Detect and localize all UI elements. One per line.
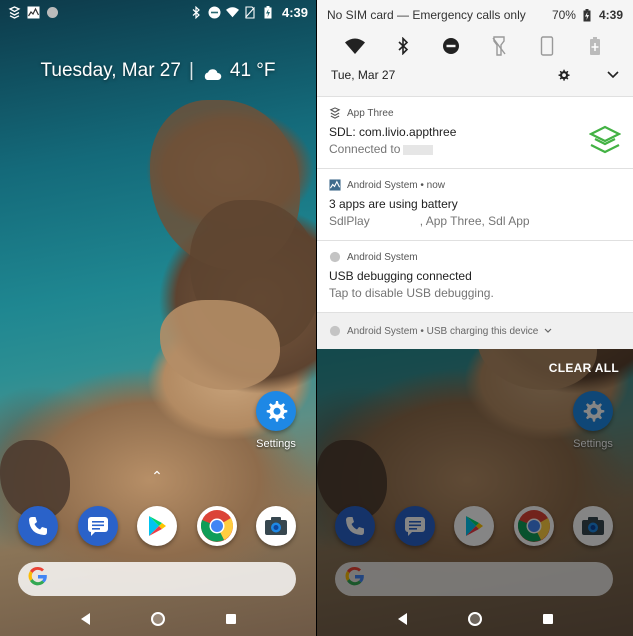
clear-all-button[interactable]: CLEAR ALL <box>549 361 619 375</box>
notification-app-name: Android System <box>347 251 418 263</box>
notification-usb-charging[interactable]: Android System • USB charging this devic… <box>317 312 633 349</box>
system-monitor-icon <box>329 179 341 191</box>
home-button[interactable] <box>467 612 482 626</box>
cloud-icon <box>202 65 222 80</box>
notification-list: App Three SDL: com.livio.appthree Connec… <box>317 96 633 349</box>
sdl-icon <box>329 107 341 119</box>
battery-charging-icon <box>581 8 594 22</box>
expand-chevron-icon[interactable] <box>606 69 619 82</box>
quick-settings-footer: Tue, Mar 27 <box>317 68 633 82</box>
back-button[interactable] <box>397 613 407 625</box>
redacted-device-name <box>403 144 434 155</box>
notification-header: Android System <box>329 251 621 263</box>
notification-app-name: App Three <box>347 107 394 119</box>
notification-app-name: Android System • now <box>347 179 445 191</box>
sdl-logo-icon <box>589 125 621 154</box>
shade-time: 4:39 <box>598 8 623 22</box>
chrome-icon <box>200 510 233 542</box>
settings-gear-icon[interactable] <box>557 69 570 82</box>
navigation-bar <box>317 602 633 636</box>
messages-app-icon[interactable] <box>78 506 118 546</box>
no-sim-icon <box>244 5 257 19</box>
settings-app-label[interactable]: Settings <box>246 438 306 450</box>
google-g-icon <box>28 566 48 592</box>
battery-charging-icon <box>262 5 275 19</box>
android-system-icon <box>46 6 59 19</box>
notification-text: Tap to disable USB debugging. <box>329 286 494 300</box>
wifi-tile[interactable] <box>344 35 366 57</box>
bluetooth-icon <box>190 5 203 19</box>
notification-app-three[interactable]: App Three SDL: com.livio.appthree Connec… <box>317 96 633 168</box>
recents-button[interactable] <box>542 614 553 624</box>
battery-percent: 70% <box>551 8 576 22</box>
recents-button[interactable] <box>225 614 236 624</box>
notification-title: 3 apps are using battery <box>329 197 458 211</box>
notification-battery-usage[interactable]: Android System • now 3 apps are using ba… <box>317 168 633 240</box>
redacted-app-name <box>370 217 420 227</box>
wifi-icon <box>345 38 365 54</box>
shade-date[interactable]: Tue, Mar 27 <box>331 68 395 82</box>
wifi-icon <box>225 6 239 19</box>
notification-text: SdlPlay, App Three, Sdl App <box>329 214 530 228</box>
notification-header: App Three <box>329 107 621 119</box>
back-button[interactable] <box>80 613 90 625</box>
auto-rotate-tile[interactable] <box>536 35 558 57</box>
notification-title: USB debugging connected <box>329 269 472 283</box>
quick-tiles-row <box>317 34 633 58</box>
play-store-app-icon[interactable] <box>137 506 177 546</box>
collapsed-notification-text: Android System • USB charging this devic… <box>347 325 539 337</box>
android-system-icon <box>329 251 341 263</box>
camera-app-icon[interactable] <box>256 506 296 546</box>
phone-app-icon[interactable] <box>18 506 58 546</box>
battery-saver-tile[interactable] <box>584 35 606 57</box>
gear-icon <box>266 401 288 422</box>
home-button[interactable] <box>150 612 165 626</box>
phone-icon <box>29 517 47 535</box>
notification-header: Android System • now <box>329 179 621 191</box>
bluetooth-tile[interactable] <box>392 35 414 57</box>
settings-app-icon[interactable] <box>256 391 296 431</box>
carrier-text: No SIM card — Emergency calls only <box>327 8 526 22</box>
navigation-bar <box>0 602 316 636</box>
sdl-notification-icon <box>8 5 21 19</box>
glance-date[interactable]: Tuesday, Mar 27 <box>40 60 180 82</box>
notification-text: Connected to <box>329 142 621 156</box>
status-bar: 4:39 <box>0 0 316 24</box>
bluetooth-icon <box>398 37 409 55</box>
android-system-icon <box>329 325 341 337</box>
do-not-disturb-icon <box>443 38 459 54</box>
quick-settings-panel: No SIM card — Emergency calls only 70% 4… <box>317 0 633 96</box>
notification-shade-screen: Settings No SIM card — Emergency calls o… <box>317 0 633 636</box>
battery-saver-icon <box>590 37 600 55</box>
google-search-bar[interactable] <box>18 562 296 596</box>
home-screen: 4:39 Tuesday, Mar 27 | 41 °F Settings ⌃ <box>0 0 316 636</box>
messages-icon <box>88 517 108 536</box>
at-a-glance-widget[interactable]: Tuesday, Mar 27 | 41 °F <box>0 60 316 82</box>
chrome-app-icon[interactable] <box>197 506 237 546</box>
notification-usb-debugging[interactable]: Android System USB debugging connected T… <box>317 240 633 312</box>
camera-icon <box>265 517 287 535</box>
app-drawer-arrow-icon[interactable]: ⌃ <box>150 468 164 485</box>
flashlight-tile[interactable] <box>488 35 510 57</box>
chevron-down-icon <box>544 328 552 333</box>
glance-temperature[interactable]: 41 °F <box>230 60 276 82</box>
status-time: 4:39 <box>281 4 308 20</box>
do-not-disturb-icon <box>208 6 221 19</box>
play-store-icon <box>149 516 166 536</box>
notification-title: SDL: com.livio.appthree <box>329 125 457 139</box>
portrait-phone-icon <box>540 36 554 56</box>
do-not-disturb-tile[interactable] <box>440 35 462 57</box>
glance-separator: | <box>188 60 194 81</box>
flashlight-icon <box>492 36 506 56</box>
system-monitor-icon <box>27 6 40 19</box>
quick-settings-status-row: No SIM card — Emergency calls only 70% 4… <box>317 0 633 30</box>
